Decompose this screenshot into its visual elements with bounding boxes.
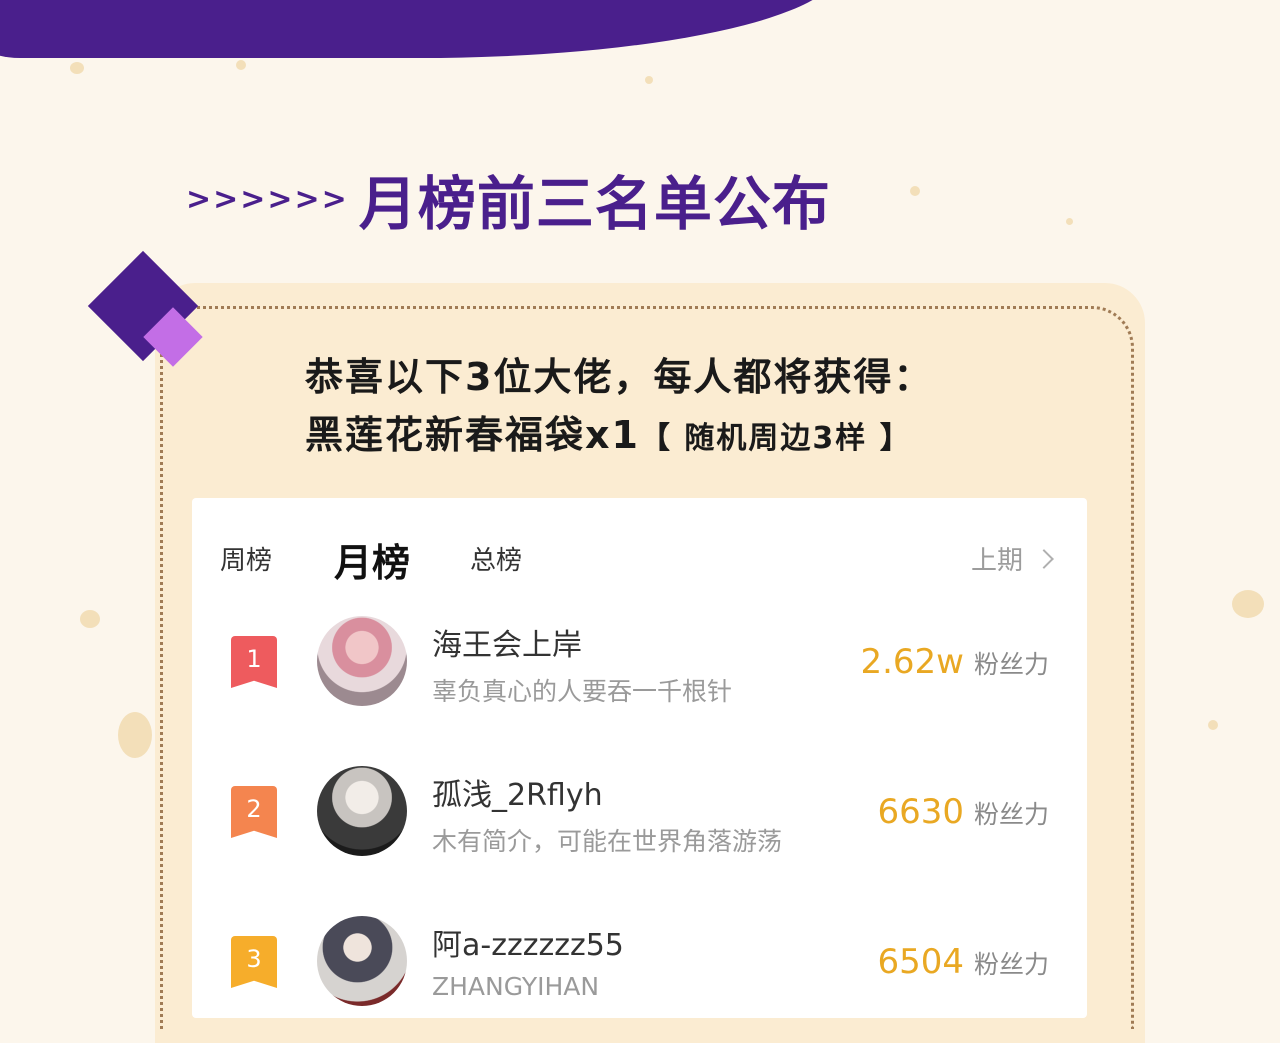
decor-speck (118, 712, 152, 758)
intro-prize: 黑莲花新春福袋x1 (305, 413, 640, 457)
decor-speck (1208, 720, 1218, 730)
decor-speck (645, 76, 653, 84)
intro-prize-note: 【 随机周边3样 】 (639, 421, 912, 456)
user-name[interactable]: 孤浅_2Rflyh (432, 770, 603, 814)
decor-speck (236, 60, 246, 70)
fans-power-label: 粉丝力 (973, 800, 1049, 829)
fans-power-value: 2.62w (860, 642, 964, 682)
decor-speck (70, 62, 84, 74)
headline-arrows: >>>>>> (186, 181, 349, 217)
decor-speck (80, 610, 100, 628)
section-headline: >>>>>> 月榜前三名单公布 (186, 164, 831, 238)
headline-title: 月榜前三名单公布 (358, 170, 831, 238)
ranking-row[interactable]: 3 阿a-zzzzzz55 ZHANGYIHAN 6504 粉丝力 (192, 916, 1087, 1036)
fans-power-value: 6630 (877, 792, 964, 832)
user-name[interactable]: 海王会上岸 (432, 620, 582, 664)
ranking-tabs: 周榜 月榜 总榜 上期 (192, 498, 1087, 616)
fans-power-label: 粉丝力 (973, 950, 1049, 979)
intro-line-1: 恭喜以下3位大佬，每人都将获得： (305, 355, 934, 399)
avatar[interactable] (317, 916, 407, 1006)
fans-power-label: 粉丝力 (973, 650, 1049, 679)
fans-power: 6504 粉丝力 (877, 942, 1049, 982)
intro-text: 恭喜以下3位大佬，每人都将获得： 黑莲花新春福袋x1【 随机周边3样 】 (305, 350, 1025, 470)
user-bio: 辜负真心的人要吞一千根针 (432, 677, 733, 706)
ranking-row[interactable]: 2 孤浅_2Rflyh 木有简介，可能在世界角落游荡 6630 粉丝力 (192, 766, 1087, 886)
avatar[interactable] (317, 766, 407, 856)
rank-badge: 3 (231, 936, 277, 988)
tab-weekly[interactable]: 周榜 (220, 540, 272, 577)
user-name[interactable]: 阿a-zzzzzz55 (432, 920, 624, 964)
previous-period-link[interactable]: 上期 (970, 540, 1054, 577)
top-banner (0, 0, 840, 58)
chevron-right-icon (1034, 548, 1054, 569)
fans-power-value: 6504 (877, 942, 964, 982)
user-bio: ZHANGYIHAN (432, 972, 600, 1001)
rank-badge: 1 (231, 636, 277, 688)
tab-monthly[interactable]: 月榜 (334, 532, 410, 587)
ranking-row[interactable]: 1 海王会上岸 辜负真心的人要吞一千根针 2.62w 粉丝力 (192, 616, 1087, 736)
decor-speck (1232, 590, 1264, 618)
fans-power: 6630 粉丝力 (877, 792, 1049, 832)
tab-total[interactable]: 总榜 (470, 540, 522, 577)
fans-power: 2.62w 粉丝力 (860, 642, 1049, 682)
user-bio: 木有简介，可能在世界角落游荡 (432, 827, 783, 856)
previous-period-label: 上期 (970, 546, 1023, 576)
decor-speck (1066, 218, 1073, 225)
decor-speck (910, 186, 920, 196)
avatar[interactable] (317, 616, 407, 706)
rank-badge: 2 (231, 786, 277, 838)
intro-line-2: 黑莲花新春福袋x1【 随机周边3样 】 (305, 404, 1025, 470)
ranking-card: 周榜 月榜 总榜 上期 1 海王会上岸 辜负真心的人要吞一千根针 2.62w 粉… (192, 498, 1087, 1018)
